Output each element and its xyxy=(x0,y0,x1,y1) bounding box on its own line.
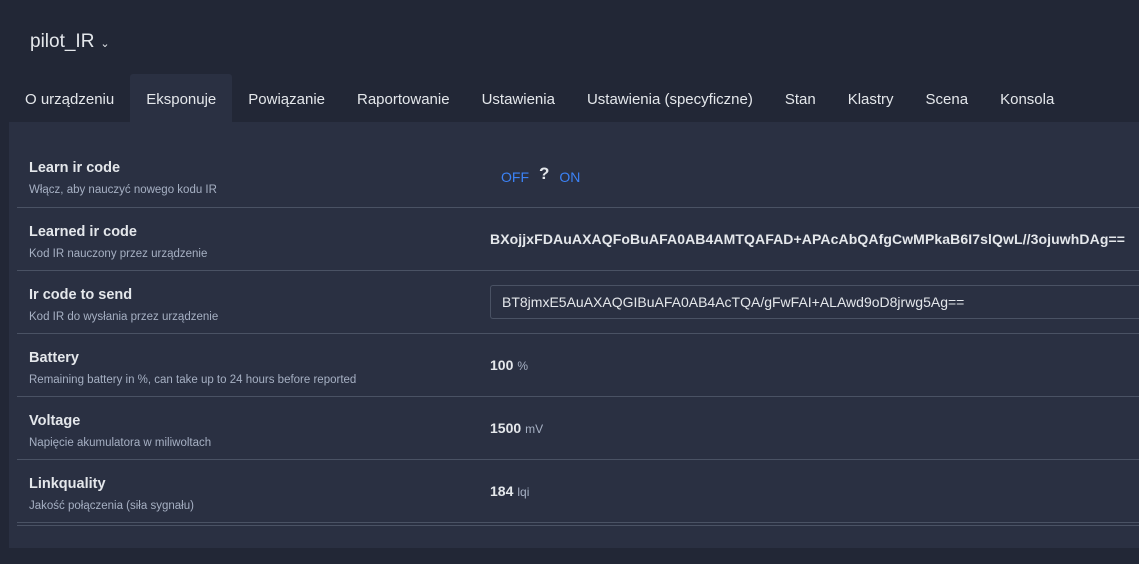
row-learned-ir-code: Learned ir code Kod IR nauczony przez ur… xyxy=(17,208,1139,271)
row-voltage: Voltage Napięcie akumulatora w miliwolta… xyxy=(17,397,1139,460)
exposes-panel: Learn ir code Włącz, aby nauczyć nowego … xyxy=(9,122,1139,548)
tab-about[interactable]: O urządzeniu xyxy=(9,74,130,122)
linkquality-value: 184 xyxy=(490,483,514,499)
row-value: 1500 mV xyxy=(490,397,543,459)
row-ir-code-to-send: Ir code to send Kod IR do wysłania przez… xyxy=(17,271,1139,334)
tab-bind[interactable]: Powiązanie xyxy=(232,74,341,122)
unknown-state-icon: ? xyxy=(539,164,550,183)
row-description: Jakość połączenia (siła sygnału) xyxy=(29,500,194,512)
row-linkquality: Linkquality Jakość połączenia (siła sygn… xyxy=(17,460,1139,523)
row-description: Remaining battery in %, can take up to 2… xyxy=(29,374,357,386)
chevron-down-icon: ⌄ xyxy=(100,37,110,50)
row-value: 100 % xyxy=(490,334,528,396)
off-button[interactable]: OFF xyxy=(501,169,529,185)
divider xyxy=(17,525,1139,526)
row-label: Voltage xyxy=(29,413,81,429)
tab-scene[interactable]: Scena xyxy=(910,74,985,122)
on-button[interactable]: ON xyxy=(559,169,580,185)
tab-state[interactable]: Stan xyxy=(769,74,832,122)
tab-settings[interactable]: Ustawienia xyxy=(466,74,571,122)
device-name: pilot_IR xyxy=(30,31,95,52)
tab-bar: O urządzeniu Eksponuje Powiązanie Raport… xyxy=(9,74,1070,122)
tab-reporting[interactable]: Raportowanie xyxy=(341,74,466,122)
linkquality-unit: lqi xyxy=(517,485,530,499)
row-description: Kod IR nauczony przez urządzenie xyxy=(29,248,208,260)
ir-code-input[interactable] xyxy=(490,285,1139,319)
row-description: Włącz, aby nauczyć nowego kodu IR xyxy=(29,184,217,196)
battery-unit: % xyxy=(517,359,529,373)
row-description: Kod IR do wysłania przez urządzenie xyxy=(29,311,219,323)
row-learn-ir-code: Learn ir code Włącz, aby nauczyć nowego … xyxy=(17,144,1139,208)
tab-console[interactable]: Konsola xyxy=(984,74,1070,122)
row-value: 184 lqi xyxy=(490,460,529,522)
row-label: Learn ir code xyxy=(29,160,121,176)
row-label: Learned ir code xyxy=(29,224,137,240)
device-selector[interactable]: pilot_IR ⌄ xyxy=(30,31,110,53)
row-battery: Battery Remaining battery in %, can take… xyxy=(17,334,1139,397)
row-value: BXojjxFDAuAXAQFoBuAFA0AB4AMTQAFAD+APAcAb… xyxy=(490,208,1125,270)
row-label: Battery xyxy=(29,350,79,366)
row-value xyxy=(490,271,1139,333)
tab-clusters[interactable]: Klastry xyxy=(832,74,910,122)
learn-toggle: OFF ? ON xyxy=(501,164,580,185)
row-description: Napięcie akumulatora w miliwoltach xyxy=(29,437,212,449)
row-label: Linkquality xyxy=(29,476,106,492)
exposes-list: Learn ir code Włącz, aby nauczyć nowego … xyxy=(17,144,1139,523)
voltage-unit: mV xyxy=(525,422,544,436)
voltage-value: 1500 xyxy=(490,420,522,436)
learned-ir-code-value: BXojjxFDAuAXAQFoBuAFA0AB4AMTQAFAD+APAcAb… xyxy=(490,231,1126,247)
battery-value: 100 xyxy=(490,357,514,373)
row-value: OFF ? ON xyxy=(490,144,580,207)
tab-exposes[interactable]: Eksponuje xyxy=(130,74,233,122)
tab-settings-specific[interactable]: Ustawienia (specyficzne) xyxy=(571,74,769,122)
row-label: Ir code to send xyxy=(29,287,133,303)
